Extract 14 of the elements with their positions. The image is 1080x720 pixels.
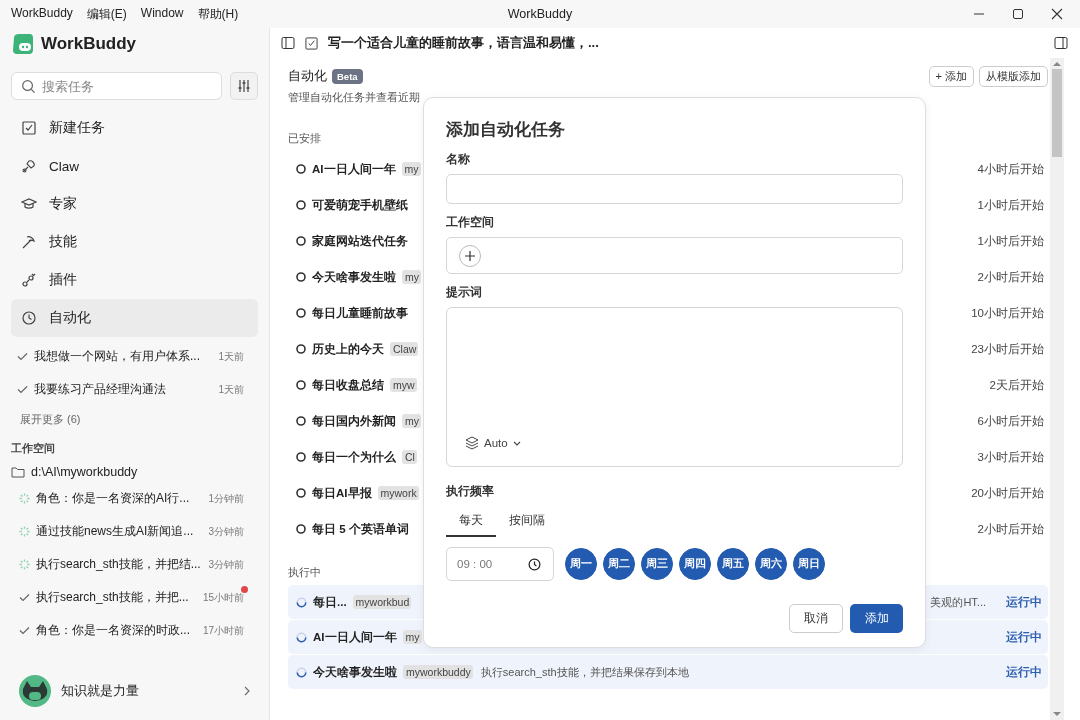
- beta-badge: Beta: [332, 68, 363, 84]
- page-subtitle: 管理自动化任务并查看近期: [288, 90, 420, 105]
- dialog-title: 添加自动化任务: [446, 119, 565, 141]
- app-name: WorkBuddy: [41, 34, 137, 54]
- field-label: 执行频率: [446, 483, 494, 500]
- section-label: 执行中: [288, 565, 321, 580]
- section-label: 已安排: [288, 131, 321, 146]
- page-title: 自动化: [288, 67, 327, 85]
- field-label: 工作空间: [446, 214, 494, 231]
- field-label: 提示词: [446, 284, 482, 301]
- conversation-title: 写一个适合儿童的睡前故事，语言温和易懂，...: [328, 34, 599, 52]
- field-label: 名称: [446, 151, 470, 168]
- window-title: WorkBuddy: [506, 7, 574, 21]
- section-label: 工作空间: [11, 442, 55, 456]
